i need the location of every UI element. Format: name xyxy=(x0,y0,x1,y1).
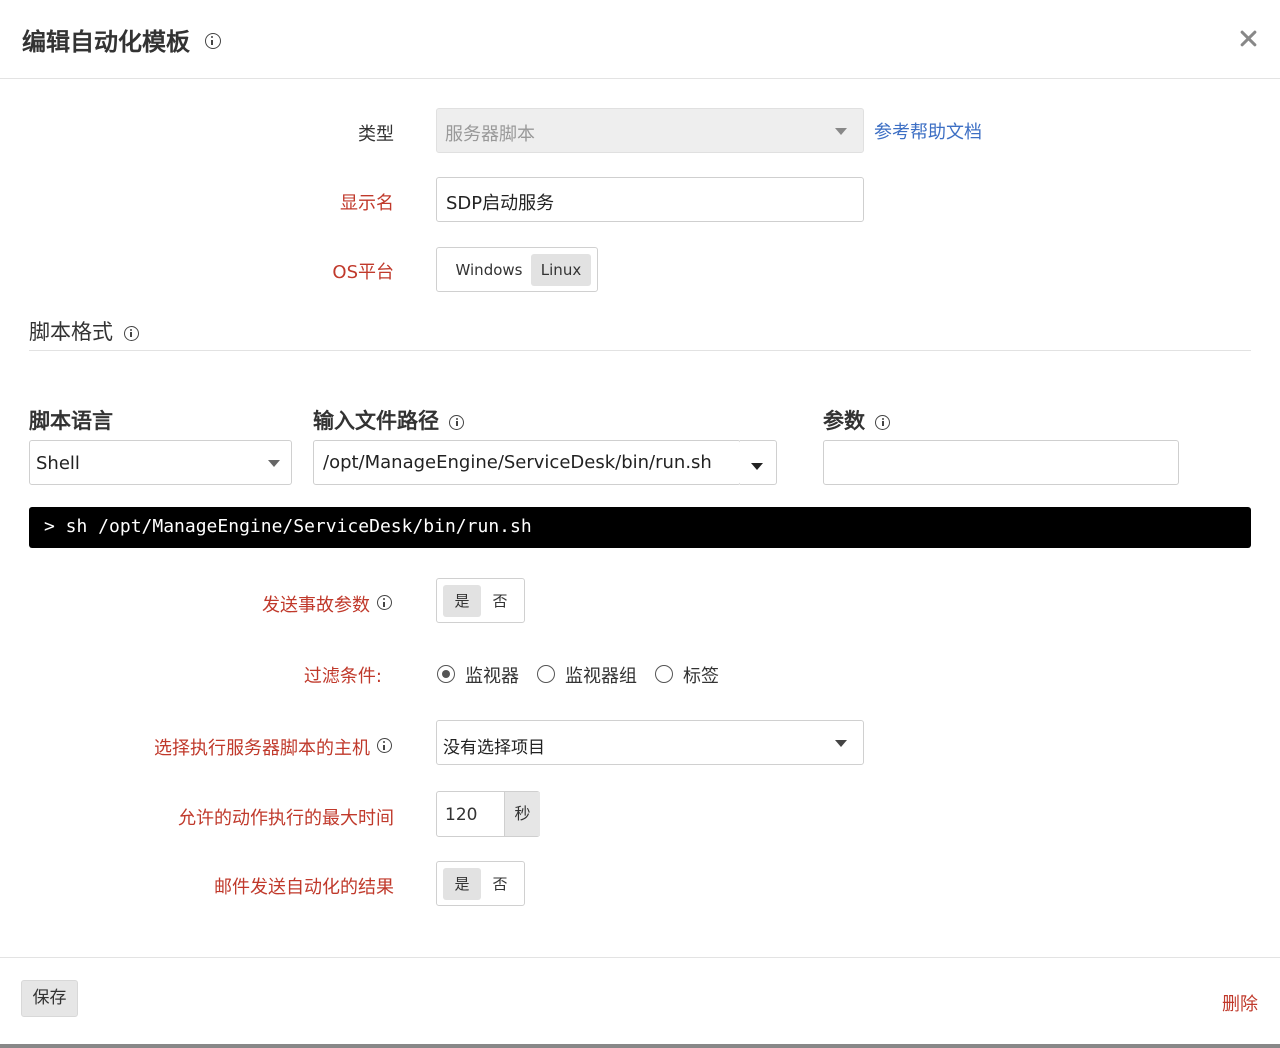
chevron-down-icon xyxy=(835,128,847,135)
radio-checked-icon xyxy=(437,665,455,683)
host-select-value: 没有选择项目 xyxy=(443,733,545,758)
window-bottom-edge xyxy=(0,1044,1280,1048)
os-label: OS平台 xyxy=(300,258,394,284)
max-time-unit: 秒 xyxy=(504,792,540,836)
file-path-dropdown-button[interactable] xyxy=(740,440,777,485)
info-icon[interactable] xyxy=(875,415,890,430)
host-select[interactable]: 没有选择项目 xyxy=(436,720,864,765)
file-path-value: /opt/ManageEngine/ServiceDesk/bin/run.sh xyxy=(323,452,712,473)
radio-unchecked-icon xyxy=(655,665,673,683)
params-label: 参数 xyxy=(823,405,890,435)
type-select-value: 服务器脚本 xyxy=(445,120,535,146)
dialog-title: 编辑自动化模板 xyxy=(22,22,190,57)
filter-radio-monitor-group-label: 监视器组 xyxy=(565,662,637,688)
script-language-select[interactable]: Shell xyxy=(29,440,292,485)
params-input[interactable] xyxy=(823,440,1179,485)
send-params-no[interactable]: 否 xyxy=(481,585,519,617)
os-toggle: Windows Linux xyxy=(436,247,598,292)
send-params-toggle: 是 否 xyxy=(436,578,525,623)
script-format-title: 脚本格式 xyxy=(29,316,139,346)
info-icon[interactable] xyxy=(377,738,392,753)
max-time-input[interactable]: 120 秒 xyxy=(436,791,540,837)
script-language-label: 脚本语言 xyxy=(29,405,113,435)
command-preview: > sh /opt/ManageEngine/ServiceDesk/bin/r… xyxy=(29,507,1251,548)
email-result-yes[interactable]: 是 xyxy=(443,868,481,900)
display-name-value: SDP启动服务 xyxy=(446,189,554,215)
type-select: 服务器脚本 xyxy=(436,108,864,153)
footer-divider xyxy=(0,957,1280,958)
max-time-value: 120 xyxy=(445,805,477,825)
os-option-linux[interactable]: Linux xyxy=(531,254,591,286)
delete-link[interactable]: 删除 xyxy=(1222,990,1258,1016)
section-divider xyxy=(29,350,1251,351)
os-option-windows[interactable]: Windows xyxy=(445,254,533,286)
file-path-label: 输入文件路径 xyxy=(313,405,464,435)
params-label-text: 参数 xyxy=(823,409,865,433)
email-result-toggle: 是 否 xyxy=(436,861,525,906)
file-path-label-text: 输入文件路径 xyxy=(313,409,439,433)
script-language-value: Shell xyxy=(36,453,80,474)
filter-radio-monitor-label: 监视器 xyxy=(465,662,519,688)
email-result-label: 邮件发送自动化的结果 xyxy=(150,873,394,899)
type-label: 类型 xyxy=(300,120,394,146)
email-result-no[interactable]: 否 xyxy=(481,868,519,900)
info-icon[interactable] xyxy=(449,415,464,430)
script-format-title-text: 脚本格式 xyxy=(29,320,113,344)
chevron-down-icon xyxy=(751,463,763,470)
filter-label: 过滤条件: xyxy=(200,662,382,688)
radio-unchecked-icon xyxy=(537,665,555,683)
dialog-header: 编辑自动化模板 xyxy=(0,0,1280,79)
info-icon[interactable] xyxy=(205,33,221,49)
chevron-down-icon xyxy=(268,460,280,467)
help-doc-link[interactable]: 参考帮助文档 xyxy=(874,118,982,144)
chevron-down-icon xyxy=(835,740,847,747)
info-icon[interactable] xyxy=(377,595,392,610)
close-icon[interactable] xyxy=(1236,26,1262,52)
filter-radio-tag-label: 标签 xyxy=(683,662,719,688)
host-label: 选择执行服务器脚本的主机 xyxy=(100,734,370,760)
send-params-yes[interactable]: 是 xyxy=(443,585,481,617)
display-name-input[interactable]: SDP启动服务 xyxy=(436,177,864,222)
display-name-label: 显示名 xyxy=(300,189,394,215)
file-path-input[interactable]: /opt/ManageEngine/ServiceDesk/bin/run.sh xyxy=(313,440,741,485)
save-button[interactable]: 保存 xyxy=(21,980,78,1017)
info-icon[interactable] xyxy=(124,326,139,341)
send-params-label: 发送事故参数 xyxy=(180,591,370,617)
max-time-label: 允许的动作执行的最大时间 xyxy=(120,804,394,830)
